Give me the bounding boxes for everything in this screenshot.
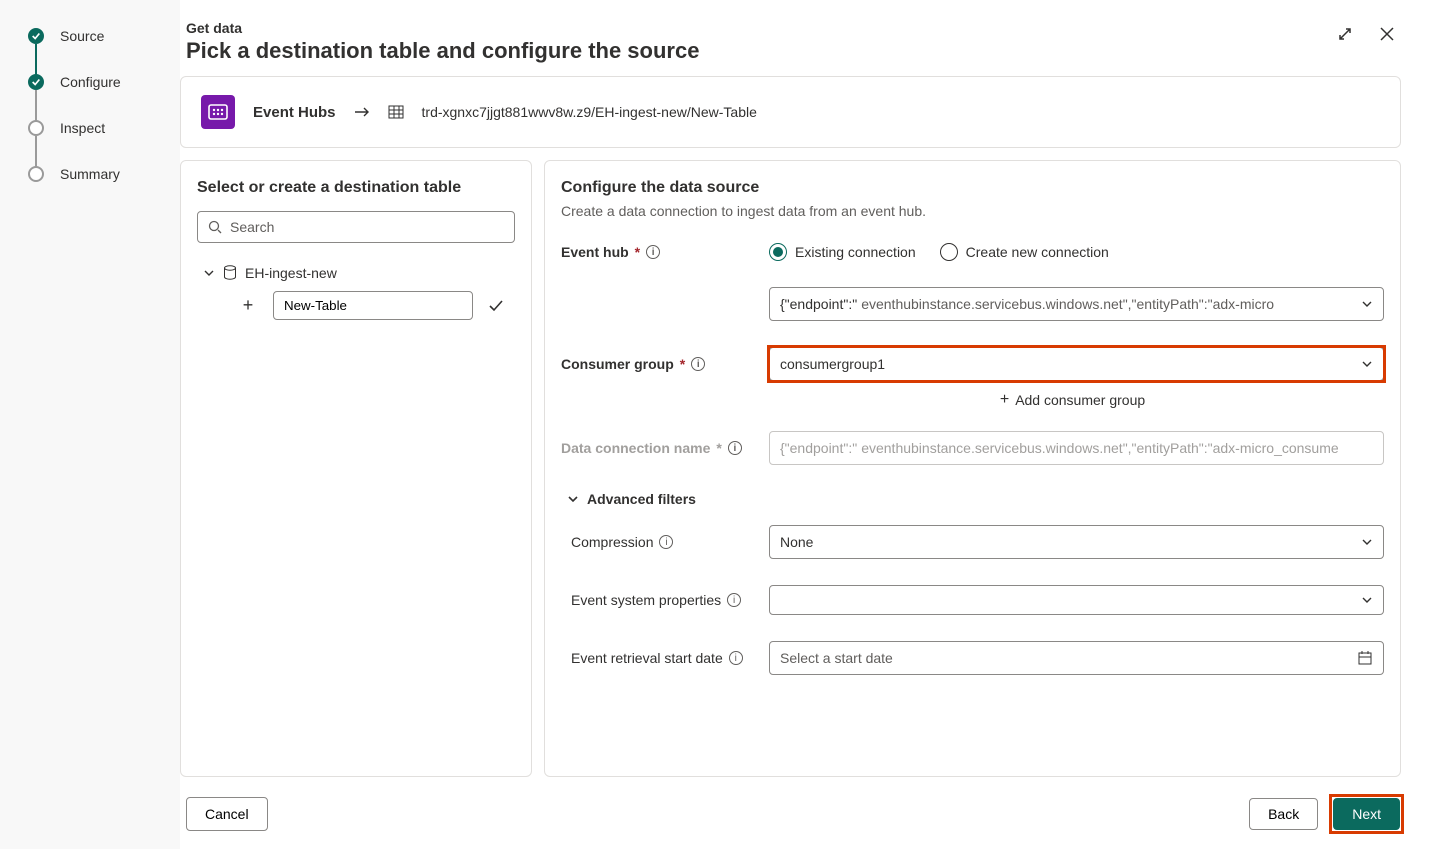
confirm-check-icon[interactable] xyxy=(487,297,505,315)
cancel-button[interactable]: Cancel xyxy=(186,797,268,831)
info-icon[interactable]: i xyxy=(646,245,660,259)
wizard-stepper: Source Configure Inspect Summary xyxy=(0,0,180,849)
next-button[interactable]: Next xyxy=(1333,798,1400,830)
chevron-down-icon xyxy=(1361,298,1373,310)
chevron-down-icon xyxy=(1361,358,1373,370)
panel-title: Select or create a destination table xyxy=(197,179,515,197)
event-system-properties-label: Event system properties xyxy=(571,592,721,608)
step-label: Summary xyxy=(60,166,120,182)
step-label: Inspect xyxy=(60,120,105,136)
page-eyebrow: Get data xyxy=(186,20,699,36)
event-hub-label: Event hub xyxy=(561,244,629,260)
consumer-group-highlight: consumergroup1 xyxy=(769,347,1384,381)
info-icon[interactable]: i xyxy=(728,441,742,455)
step-dot-icon xyxy=(28,120,44,136)
chevron-down-icon xyxy=(567,493,579,505)
breadcrumb-source: Event Hubs xyxy=(253,104,336,121)
data-connection-name-label: Data connection name xyxy=(561,440,710,456)
data-connection-name-input: {"endpoint":"eventhubinstance.servicebus… xyxy=(769,431,1384,465)
radio-icon xyxy=(769,243,787,261)
step-dot-icon xyxy=(28,166,44,182)
page-title: Pick a destination table and configure t… xyxy=(186,38,699,64)
database-tree-row[interactable]: EH-ingest-new xyxy=(197,261,515,285)
check-icon xyxy=(28,74,44,90)
step-label: Source xyxy=(60,28,104,44)
event-hubs-icon xyxy=(201,95,235,129)
chevron-down-icon xyxy=(203,267,215,279)
next-button-highlight: Next xyxy=(1332,797,1401,831)
info-icon[interactable]: i xyxy=(727,593,741,607)
compression-label: Compression xyxy=(571,534,653,550)
radio-existing-connection[interactable]: Existing connection xyxy=(769,243,916,261)
chevron-down-icon xyxy=(1361,536,1373,548)
consumer-group-select[interactable]: consumergroup1 xyxy=(769,347,1384,381)
database-icon xyxy=(223,265,237,281)
arrow-right-icon xyxy=(354,106,370,118)
info-icon[interactable]: i xyxy=(729,651,743,665)
radio-icon xyxy=(940,243,958,261)
add-consumer-group-button[interactable]: + Add consumer group xyxy=(761,391,1384,409)
plus-icon: + xyxy=(1000,391,1009,409)
event-system-properties-select[interactable] xyxy=(769,585,1384,615)
compression-select[interactable]: None xyxy=(769,525,1384,559)
configure-source-panel: Configure the data source Create a data … xyxy=(544,160,1401,777)
info-icon[interactable]: i xyxy=(659,535,673,549)
step-summary[interactable]: Summary xyxy=(28,166,160,182)
new-table-input[interactable] xyxy=(273,291,473,320)
wizard-footer: Cancel Back Next xyxy=(180,789,1401,831)
breadcrumb: Event Hubs trd-xgnxc7jjgt881wwv8w.z9/EH-… xyxy=(180,76,1401,148)
check-icon xyxy=(28,28,44,44)
search-input[interactable]: Search xyxy=(197,211,515,243)
step-configure[interactable]: Configure xyxy=(28,74,160,90)
add-table-button[interactable]: + xyxy=(237,295,259,316)
panel-subtitle: Create a data connection to ingest data … xyxy=(561,203,1384,219)
radio-create-new-connection[interactable]: Create new connection xyxy=(940,243,1109,261)
calendar-icon xyxy=(1357,650,1373,666)
panel-title: Configure the data source xyxy=(561,179,1384,197)
destination-table-panel: Select or create a destination table Sea… xyxy=(180,160,532,777)
step-label: Configure xyxy=(60,74,121,90)
info-icon[interactable]: i xyxy=(691,357,705,371)
main-content: Get data Pick a destination table and co… xyxy=(180,0,1429,849)
step-inspect[interactable]: Inspect xyxy=(28,120,160,136)
database-name: EH-ingest-new xyxy=(245,265,337,281)
table-icon xyxy=(388,104,404,120)
expand-icon[interactable] xyxy=(1331,20,1359,48)
search-icon xyxy=(208,220,222,234)
breadcrumb-path: trd-xgnxc7jjgt881wwv8w.z9/EH-ingest-new/… xyxy=(422,104,757,120)
start-date-picker[interactable]: Select a start date xyxy=(769,641,1384,675)
chevron-down-icon xyxy=(1361,594,1373,606)
consumer-group-label: Consumer group xyxy=(561,356,674,372)
close-icon[interactable] xyxy=(1373,20,1401,48)
event-hub-connection-select[interactable]: {"endpoint":"eventhubinstance.servicebus… xyxy=(769,287,1384,321)
advanced-filters-toggle[interactable]: Advanced filters xyxy=(567,491,1384,507)
search-placeholder: Search xyxy=(230,219,274,235)
event-retrieval-start-date-label: Event retrieval start date xyxy=(571,650,723,666)
step-source[interactable]: Source xyxy=(28,28,160,44)
back-button[interactable]: Back xyxy=(1249,798,1318,830)
